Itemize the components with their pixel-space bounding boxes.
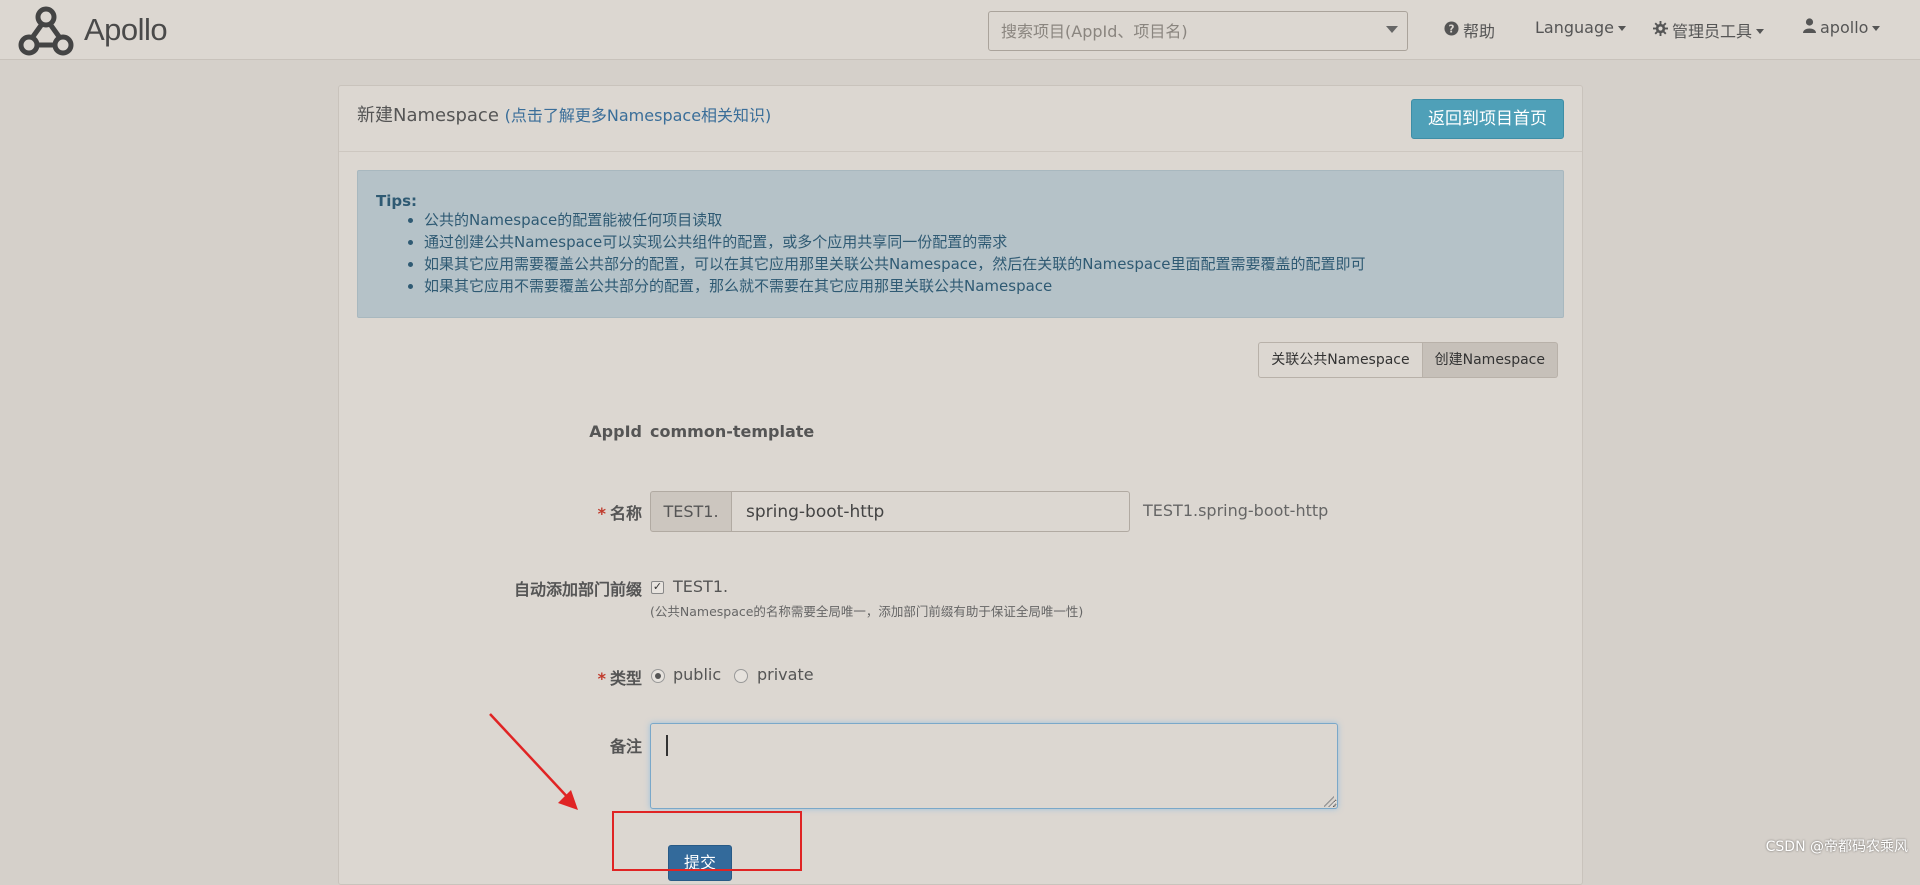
user-icon xyxy=(1803,18,1816,37)
page-title: 新建Namespace (点击了解更多Namespace相关知识) xyxy=(357,101,771,127)
auto-prefix-label: 自动添加部门前缀 xyxy=(513,580,642,599)
name-input-group: TEST1. xyxy=(650,491,1130,532)
apollo-logo-icon xyxy=(18,6,74,56)
create-namespace-button[interactable]: 创建Namespace xyxy=(1422,342,1558,378)
page-title-text: 新建Namespace xyxy=(357,105,499,126)
appid-label: AppId xyxy=(589,422,642,441)
nav-help[interactable]: ? 帮助 xyxy=(1444,18,1495,42)
appid-value: common-template xyxy=(650,422,815,441)
auto-prefix-checkbox-label: TEST1. xyxy=(673,577,729,596)
annotation-highlight-box xyxy=(612,811,802,871)
type-public-label[interactable]: public xyxy=(673,665,721,684)
auto-prefix-help: (公共Namespace的名称需要全局唯一，添加部门前缀有助于保证全局唯一性) xyxy=(650,604,1084,619)
panel-heading: 新建Namespace (点击了解更多Namespace相关知识) 返回到项目首… xyxy=(339,86,1582,152)
list-item: 公共的Namespace的配置能被任何项目读取 xyxy=(424,209,1366,231)
required-mark: * xyxy=(597,504,606,523)
tips-box: Tips: 公共的Namespace的配置能被任何项目读取 通过创建公共Name… xyxy=(357,170,1564,318)
auto-prefix-checkbox[interactable]: ✓ xyxy=(651,581,664,594)
apollo-logo[interactable]: Apollo xyxy=(16,3,168,57)
svg-text:?: ? xyxy=(1449,23,1455,35)
top-navbar: Apollo ? 帮助 Language 管理员工具 apollo xyxy=(0,0,1920,60)
chevron-down-icon[interactable] xyxy=(1386,26,1398,33)
project-search[interactable] xyxy=(988,11,1408,51)
namespace-mode-toggle: 关联公共Namespace 创建Namespace xyxy=(1258,342,1558,378)
type-public-radio[interactable] xyxy=(651,669,665,683)
namespace-name-input[interactable] xyxy=(732,491,1130,532)
nav-help-label: 帮助 xyxy=(1463,22,1496,41)
app-name: Apollo xyxy=(84,12,168,47)
gear-icon xyxy=(1653,20,1668,40)
tips-list: 公共的Namespace的配置能被任何项目读取 通过创建公共Namespace可… xyxy=(388,209,1366,297)
list-item: 通过创建公共Namespace可以实现公共组件的配置，或多个应用共享同一份配置的… xyxy=(424,231,1366,253)
type-private-radio[interactable] xyxy=(734,669,748,683)
resize-grip-icon[interactable] xyxy=(1324,795,1336,807)
question-circle-icon: ? xyxy=(1444,20,1459,40)
tips-title: Tips: xyxy=(376,192,418,210)
name-label-text: 名称 xyxy=(609,504,642,523)
text-cursor xyxy=(666,735,668,756)
nav-language[interactable]: Language xyxy=(1535,18,1626,37)
nav-admin-tools-label: 管理员工具 xyxy=(1672,22,1753,41)
type-label-text: 类型 xyxy=(609,669,642,688)
nav-user-menu[interactable]: apollo xyxy=(1803,18,1881,37)
nav-language-label: Language xyxy=(1535,18,1614,37)
caret-down-icon xyxy=(1617,26,1626,31)
list-item: 如果其它应用需要覆盖公共部分的配置，可以在其它应用那里关联公共Namespace… xyxy=(424,253,1366,275)
nav-admin-tools[interactable]: 管理员工具 xyxy=(1653,18,1765,42)
nav-user-label: apollo xyxy=(1820,18,1869,37)
required-mark: * xyxy=(597,669,606,688)
type-label: * 类型 xyxy=(598,665,642,689)
watermark: CSDN @帝都码农乘风 xyxy=(1765,839,1908,855)
learn-more-link[interactable]: (点击了解更多Namespace相关知识) xyxy=(505,106,772,125)
caret-down-icon xyxy=(1872,26,1881,31)
link-public-namespace-button[interactable]: 关联公共Namespace xyxy=(1258,342,1423,378)
search-input[interactable] xyxy=(999,20,1371,42)
caret-down-icon xyxy=(1756,28,1765,34)
comment-label: 备注 xyxy=(609,737,642,756)
name-preview: TEST1.spring-boot-http xyxy=(1143,501,1329,520)
back-to-project-button[interactable]: 返回到项目首页 xyxy=(1411,99,1564,139)
annotation-arrow-icon xyxy=(489,713,578,810)
comment-textarea[interactable] xyxy=(650,723,1338,809)
name-label: * 名称 xyxy=(598,500,642,524)
type-private-label[interactable]: private xyxy=(757,665,814,684)
name-prefix-addon: TEST1. xyxy=(650,491,732,532)
list-item: 如果其它应用不需要覆盖公共部分的配置，那么就不需要在其它应用那里关联公共Name… xyxy=(424,275,1366,297)
